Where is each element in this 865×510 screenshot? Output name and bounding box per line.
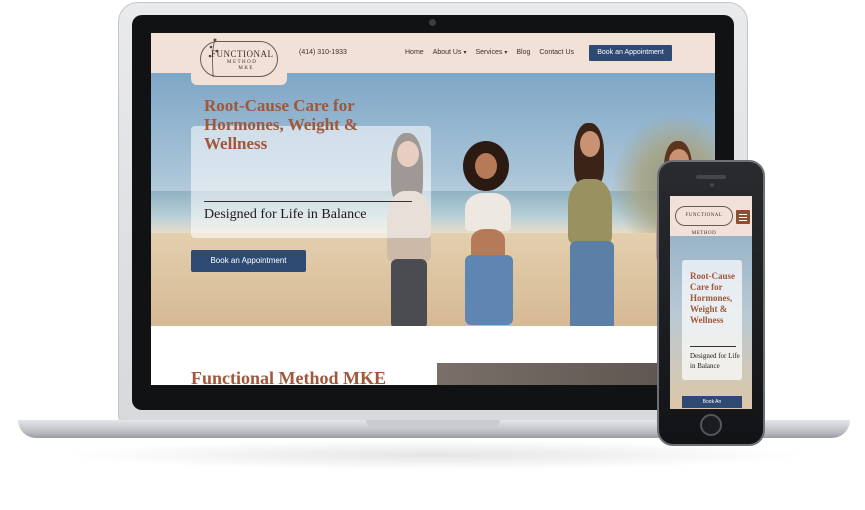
mobile-hero-subtitle: Designed for Life in Balance xyxy=(690,352,740,370)
logo-title: FUNCTIONAL xyxy=(211,49,274,59)
hero-divider xyxy=(204,201,412,202)
section-title: Functional Method MKE xyxy=(191,368,387,385)
site-logo[interactable]: FUNCTIONAL METHOD MKE xyxy=(191,33,287,85)
hero-subtitle: Designed for Life in Balance xyxy=(204,207,367,222)
nav-item-blog[interactable]: Blog xyxy=(516,49,530,56)
nav-item-home[interactable]: Home xyxy=(405,49,424,56)
mobile-logo[interactable]: FUNCTIONAL METHOD xyxy=(675,206,733,236)
main-nav: Home About Us ▾ Services ▾ Blog Contact Us xyxy=(405,49,574,56)
nav-item-services[interactable]: Services ▾ xyxy=(476,49,508,56)
desktop-screen: (414) 310-1933 Home About Us ▾ Services ▾ … xyxy=(151,33,715,385)
mobile-hero-title: Root-Cause Care for Hormones, Weight & W… xyxy=(690,271,735,325)
nav-label: Blog xyxy=(516,49,531,56)
hero-book-appointment-button[interactable]: Book an Appointment xyxy=(191,250,306,272)
phone-home-button xyxy=(700,414,722,436)
header-book-appointment-button[interactable]: Book an Appointment xyxy=(589,45,672,61)
chevron-down-icon: ▾ xyxy=(463,50,467,56)
laptop-notch xyxy=(366,420,500,427)
phone-speaker xyxy=(696,175,726,179)
section-image xyxy=(437,363,677,385)
hamburger-menu-icon[interactable] xyxy=(736,210,750,224)
nav-label: Home xyxy=(405,49,424,56)
mobile-header: FUNCTIONAL METHOD xyxy=(670,196,752,236)
nav-label: Contact Us xyxy=(539,49,574,56)
laptop-camera xyxy=(429,19,436,26)
phone-camera xyxy=(710,183,714,187)
hero-title: Root-Cause Care for Hormones, Weight & W… xyxy=(204,96,359,153)
mobile-hero-divider xyxy=(690,346,736,347)
logo-subtitle: METHOD MKE xyxy=(227,60,258,71)
mobile-book-button[interactable]: Book An xyxy=(682,396,742,408)
chevron-down-icon: ▾ xyxy=(504,50,508,56)
nav-item-about-us[interactable]: About Us ▾ xyxy=(433,49,467,56)
hero-sand xyxy=(151,233,715,326)
nav-item-contact-us[interactable]: Contact Us xyxy=(539,49,574,56)
nav-label: About Us xyxy=(432,49,462,56)
nav-label: Services xyxy=(475,49,503,56)
header-phone-link[interactable]: (414) 310-1933 xyxy=(299,49,347,56)
